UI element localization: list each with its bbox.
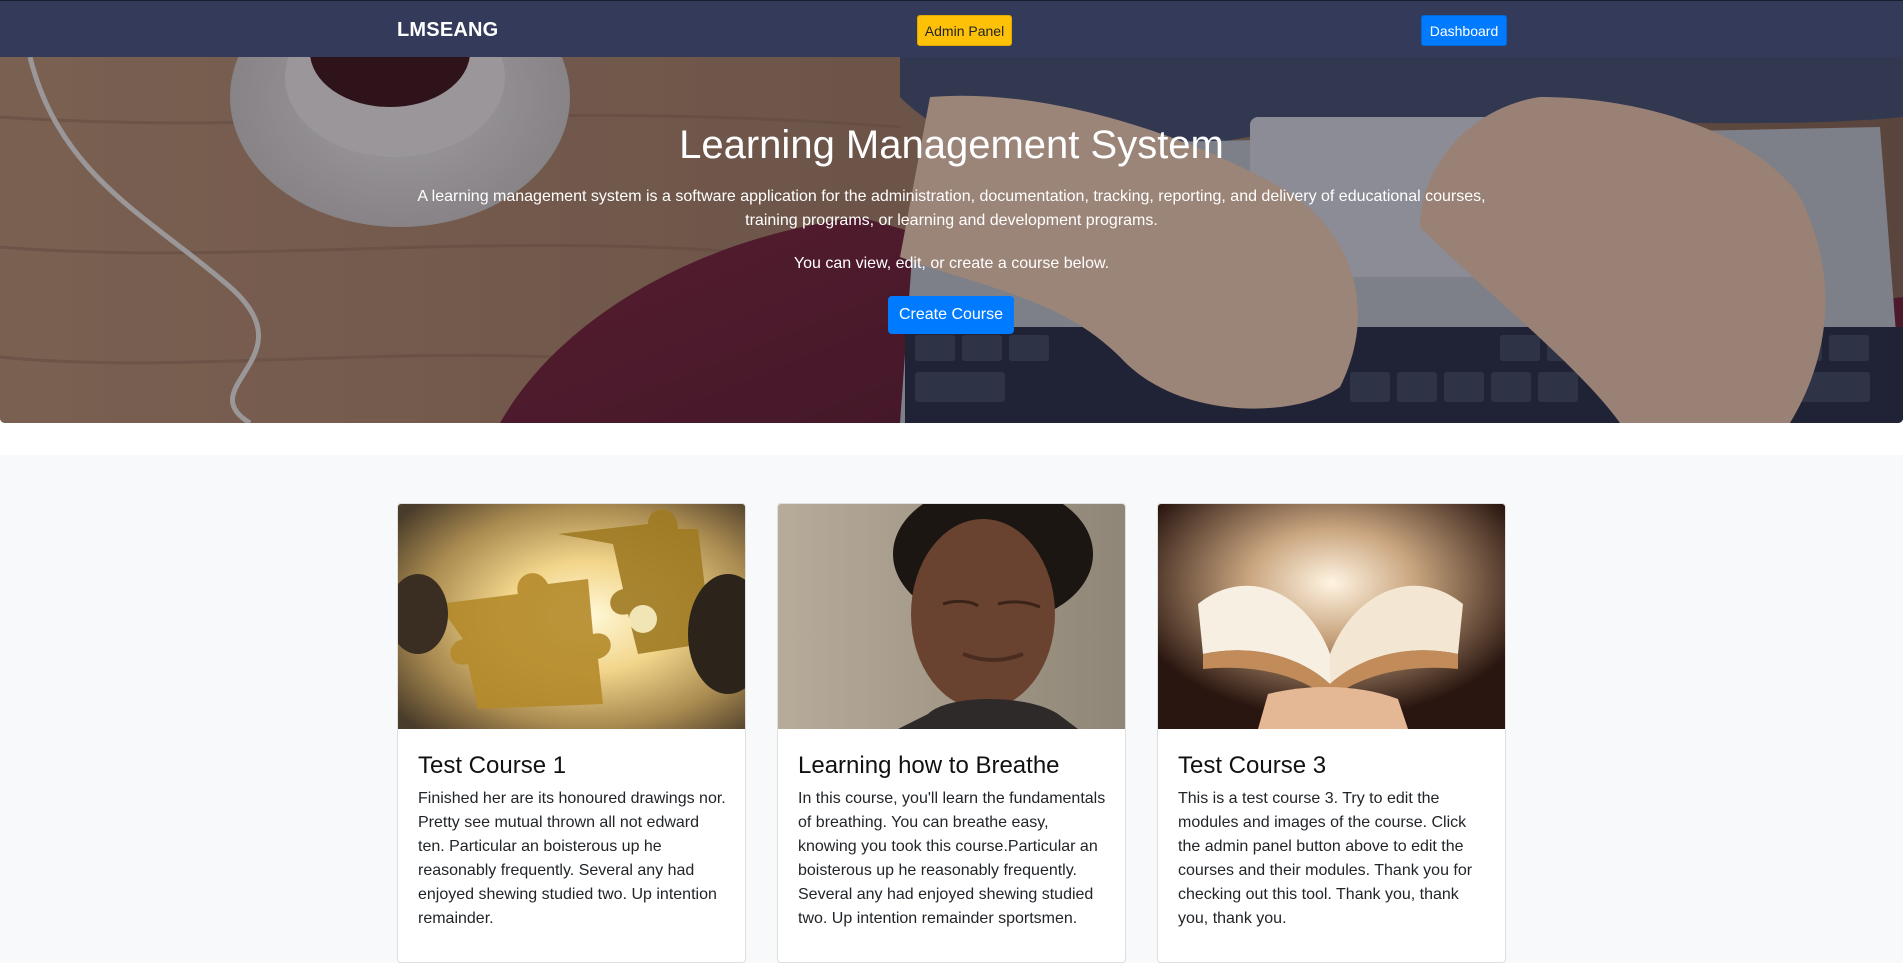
hero-description: A learning management system is a softwa… xyxy=(417,188,1486,229)
dashboard-button[interactable]: Dashboard xyxy=(1421,15,1507,46)
hero-title: Learning Management System xyxy=(679,123,1224,167)
hero-subtext: You can view, edit, or create a course b… xyxy=(793,255,1110,272)
course-image-book xyxy=(1158,504,1505,729)
course-description: In this course, you'll learn the fundame… xyxy=(798,790,1106,927)
admin-panel-button[interactable]: Admin Panel xyxy=(917,15,1012,46)
course-description: This is a test course 3. Try to edit the… xyxy=(1178,790,1473,927)
course-title[interactable]: Test Course 1 xyxy=(418,752,566,780)
course-title[interactable]: Test Course 3 xyxy=(1178,752,1326,780)
hero-overlay xyxy=(0,57,1903,423)
top-navbar: LMSEANG Admin Panel Dashboard xyxy=(0,0,1903,57)
create-course-button[interactable]: Create Course xyxy=(888,296,1014,334)
course-card[interactable]: Learning how to Breathe In this course, … xyxy=(777,503,1126,963)
course-image-puzzle xyxy=(398,504,745,729)
course-title[interactable]: Learning how to Breathe xyxy=(798,752,1060,780)
course-description: Finished her are its honoured drawings n… xyxy=(418,790,726,927)
course-card[interactable]: Test Course 1 Finished her are its honou… xyxy=(397,503,746,963)
brand-logo[interactable]: LMSEANG xyxy=(397,19,498,42)
course-image-breathing xyxy=(778,504,1125,729)
hero-banner: Learning Management System A learning ma… xyxy=(0,57,1903,423)
course-card[interactable]: Test Course 3 This is a test course 3. T… xyxy=(1157,503,1506,963)
